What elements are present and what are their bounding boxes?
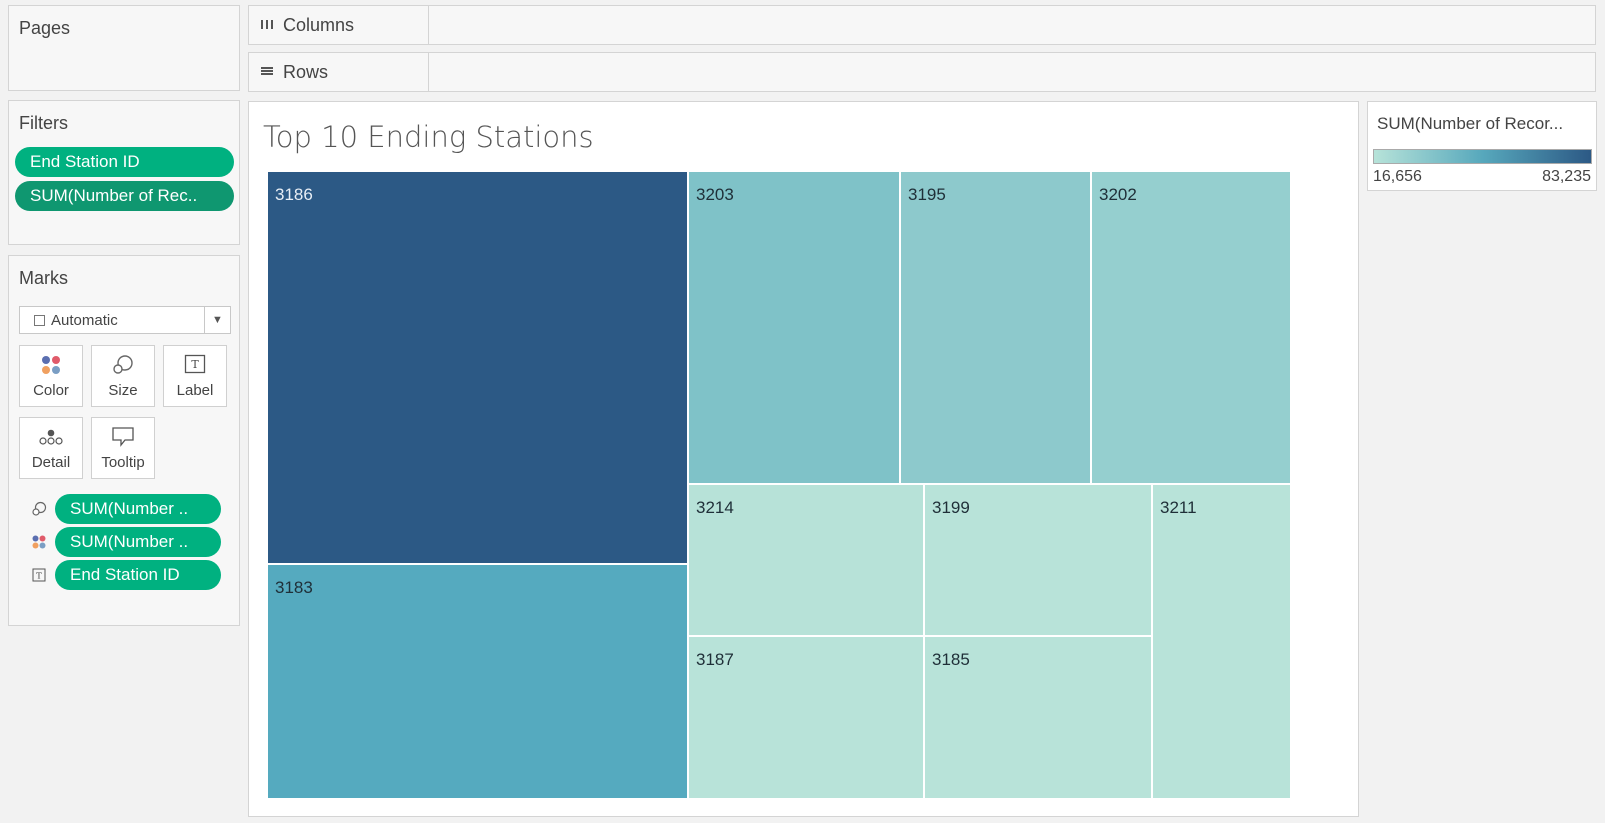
label-icon: T [164, 354, 226, 374]
legend-max-label: 83,235 [1542, 168, 1591, 185]
treemap-tile-3202[interactable]: 3202 [1091, 171, 1291, 484]
label-field-icon: T [31, 567, 47, 583]
columns-shelf-label: Columns [249, 6, 429, 44]
label-button[interactable]: T Label [163, 345, 227, 407]
mark-type-dropdown[interactable]: Automatic ▼ [19, 306, 231, 334]
columns-icon [259, 17, 275, 33]
size-icon [92, 354, 154, 376]
treemap-tile-3185[interactable]: 3185 [924, 636, 1152, 799]
treemap-tile-label: 3187 [696, 650, 734, 669]
treemap[interactable]: 3186 3183 3203 3195 3202 3214 3199 3187 3185 3211 [267, 171, 1291, 799]
tooltip-icon [92, 426, 154, 448]
viz-panel: Top 10 Ending Stations 3186 3183 3203 3195 3… [248, 101, 1359, 817]
svg-text:T: T [191, 358, 199, 371]
treemap-tile-label: 3203 [696, 185, 734, 204]
columns-shelf[interactable]: Columns [248, 5, 1596, 45]
columns-label: Columns [283, 14, 355, 35]
treemap-tile-3199[interactable]: 3199 [924, 484, 1152, 636]
filters-title: Filters [19, 113, 68, 133]
treemap-tile-label: 3185 [932, 650, 970, 669]
legend-min-label: 16,656 [1373, 168, 1422, 185]
tooltip-button-label: Tooltip [101, 454, 145, 471]
marks-title: Marks [19, 268, 68, 288]
treemap-tile-label: 3186 [275, 185, 313, 204]
treemap-tile-label: 3211 [1160, 498, 1197, 517]
legend-gradient-bar [1373, 149, 1592, 164]
color-legend[interactable]: SUM(Number of Recor... 16,656 83,235 [1367, 101, 1597, 191]
rows-icon [259, 64, 275, 80]
treemap-tile-label: 3195 [908, 185, 946, 204]
mark-field-label[interactable]: End Station ID [55, 560, 221, 590]
legend-title: SUM(Number of Recor... [1377, 114, 1564, 133]
treemap-tile-3203[interactable]: 3203 [688, 171, 900, 484]
label-button-label: Label [176, 382, 214, 399]
size-button[interactable]: Size [91, 345, 155, 407]
color-button[interactable]: Color [19, 345, 83, 407]
treemap-tile-label: 3214 [696, 498, 734, 517]
treemap-tile-3186[interactable]: 3186 [267, 171, 688, 564]
color-icon [20, 354, 82, 376]
size-button-label: Size [108, 382, 138, 399]
color-field-icon [31, 534, 47, 550]
treemap-tile-3195[interactable]: 3195 [900, 171, 1091, 484]
pages-card[interactable]: Pages [8, 5, 240, 91]
treemap-tile-label: 3199 [932, 498, 970, 517]
treemap-tile-3187[interactable]: 3187 [688, 636, 924, 799]
treemap-tile-3183[interactable]: 3183 [267, 564, 688, 799]
svg-text:T: T [36, 572, 42, 582]
chevron-down-icon[interactable]: ▼ [204, 307, 230, 333]
color-button-label: Color [33, 382, 69, 399]
treemap-tile-3211[interactable]: 3211 [1152, 484, 1291, 799]
filter-pill-end-station-id[interactable]: End Station ID [15, 147, 234, 177]
pages-title: Pages [19, 18, 71, 38]
treemap-tile-label: 3202 [1099, 185, 1137, 204]
filter-pill-sum-records[interactable]: SUM(Number of Rec.. [15, 181, 234, 211]
treemap-tile-3214[interactable]: 3214 [688, 484, 924, 636]
rows-label: Rows [283, 61, 329, 82]
filters-card[interactable]: Filters End Station ID SUM(Number of Rec… [8, 100, 240, 245]
square-mark-icon [34, 314, 45, 326]
mark-type-value: Automatic [51, 311, 118, 329]
tooltip-button[interactable]: Tooltip [91, 417, 155, 479]
mark-field-size[interactable]: SUM(Number .. [55, 494, 221, 524]
treemap-tile-label: 3183 [275, 578, 313, 597]
marks-card: Marks Automatic ▼ Color Size T Label Det… [8, 255, 240, 626]
size-field-icon [31, 501, 47, 517]
rows-shelf[interactable]: Rows [248, 52, 1596, 92]
detail-button[interactable]: Detail [19, 417, 83, 479]
rows-shelf-label: Rows [249, 53, 429, 91]
viz-title: Top 10 Ending Stations [263, 120, 594, 154]
detail-button-label: Detail [31, 454, 71, 471]
detail-icon [20, 426, 82, 448]
mark-field-color[interactable]: SUM(Number .. [55, 527, 221, 557]
